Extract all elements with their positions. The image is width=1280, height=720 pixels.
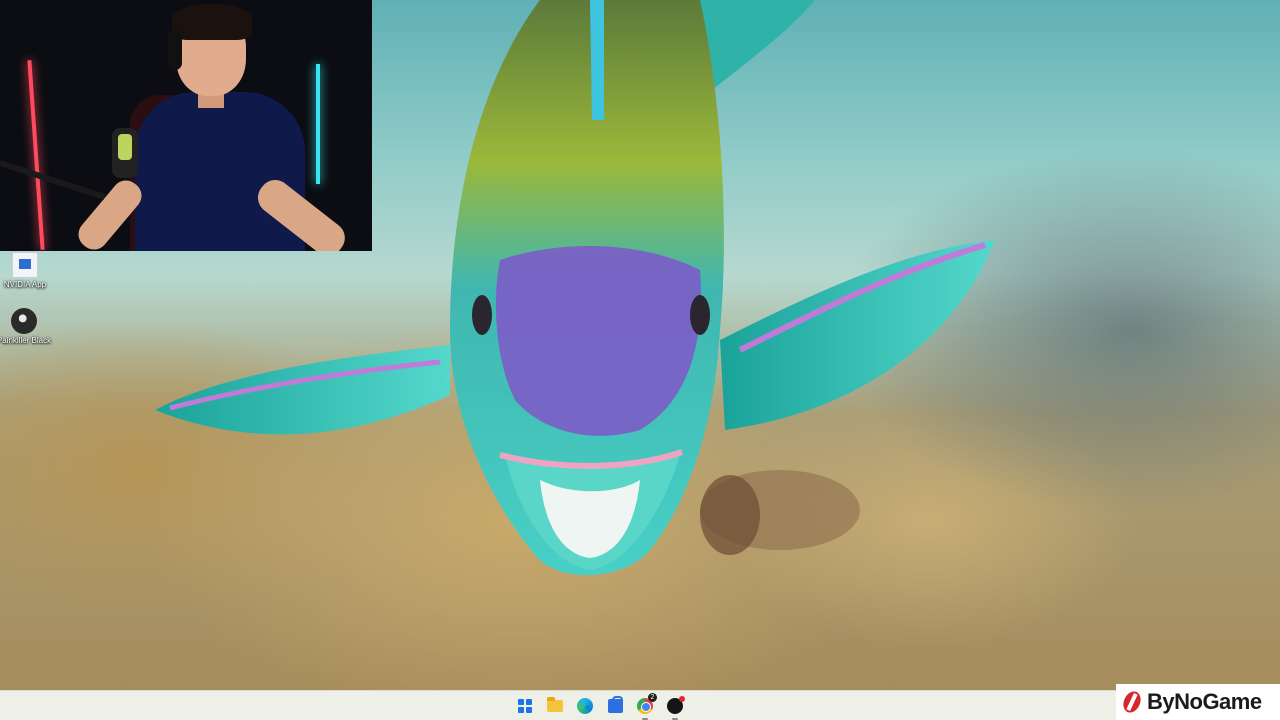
webcam-overlay	[0, 0, 372, 251]
desktop-icon-label: NVIDIA App	[3, 280, 47, 289]
bynogame-watermark: ByNoGame	[1116, 684, 1280, 720]
running-indicator	[642, 717, 648, 720]
mic-light	[118, 134, 132, 160]
taskbar: 2	[0, 690, 1280, 720]
desktop-icon-painkiller-black[interactable]: Painkiller Black	[0, 308, 54, 346]
taskbar-chrome[interactable]: 2	[634, 692, 657, 720]
nvidia-app-icon	[12, 252, 38, 278]
folder-icon	[547, 696, 563, 712]
windows-start-icon	[518, 698, 532, 713]
taskbar-app[interactable]	[664, 695, 686, 720]
desktop-icon-label: Painkiller Black	[0, 336, 52, 345]
bynogame-logo-icon	[1120, 689, 1144, 715]
start-button[interactable]	[514, 695, 536, 717]
headset	[168, 30, 182, 70]
running-indicator	[672, 717, 678, 720]
taskbar-items: 2	[514, 692, 686, 720]
streamer-shirt	[135, 92, 305, 251]
neon-light-red	[27, 60, 45, 250]
app-icon	[667, 695, 685, 714]
streamer-hair	[172, 4, 252, 40]
mic-arm	[0, 160, 106, 200]
microsoft-store-icon	[607, 695, 623, 713]
painkiller-black-icon	[11, 308, 37, 334]
taskbar-edge[interactable]	[574, 695, 596, 717]
taskbar-file-explorer[interactable]	[544, 695, 566, 717]
desktop-icon-nvidia-app[interactable]: NVIDIA App	[0, 252, 55, 290]
neon-light-cyan	[316, 64, 320, 184]
taskbar-store[interactable]	[604, 695, 626, 717]
watermark-text: ByNoGame	[1147, 689, 1262, 714]
notification-badge: 2	[648, 692, 657, 702]
edge-browser-icon	[577, 697, 593, 714]
